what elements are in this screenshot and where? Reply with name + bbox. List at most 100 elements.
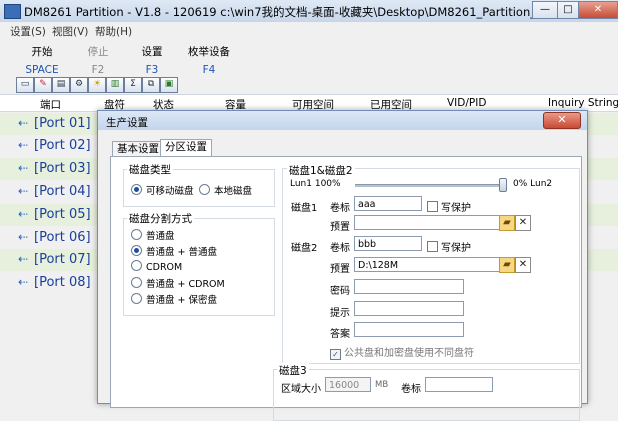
- option-local-disk[interactable]: 本地磁盘: [199, 183, 252, 197]
- menu-bar: 设置(S) 视图(V) 帮助(H): [0, 22, 618, 38]
- stop-command[interactable]: 停止 F2: [80, 44, 116, 76]
- settings-command[interactable]: 设置 F3: [134, 44, 170, 76]
- radio-selected: [131, 245, 142, 256]
- lun2-label: 0% Lun2: [513, 179, 553, 189]
- answer-label: 答案: [330, 329, 350, 340]
- dialog-title: 生产设置: [106, 117, 148, 129]
- disk1-preset-input[interactable]: [354, 215, 500, 230]
- dialog-close-button[interactable]: ✕: [543, 112, 581, 129]
- drive-icon[interactable]: ▭: [16, 77, 34, 93]
- disk2-label: 磁盘2: [291, 243, 318, 254]
- dialog-title-bar: 生产设置 ✕: [98, 111, 587, 130]
- app-icon: [4, 4, 21, 19]
- option-cdrom[interactable]: CDROM: [131, 260, 182, 273]
- sigma-icon[interactable]: Σ: [124, 77, 142, 93]
- usb-icon: ⇠: [18, 116, 29, 130]
- port-label: [Port 07]: [34, 252, 91, 267]
- pin-icon[interactable]: ✎: [34, 77, 52, 93]
- disk2-preset-input[interactable]: D:\128M: [354, 257, 500, 272]
- shared-secure-checkbox[interactable]: 公共盘和加密盘使用不同盘符: [330, 344, 474, 360]
- command-row: 开始 SPACE 停止 F2 设置 F3 枚举设备 F4: [0, 40, 618, 76]
- disk2-volume-input[interactable]: bbb: [354, 236, 422, 251]
- removable-disk-label: 可移动磁盘: [146, 186, 194, 197]
- usb-icon: ⇠: [18, 252, 29, 266]
- usb-icon: ⇠: [18, 275, 29, 289]
- window-title: DM8261 Partition - V1.8 - 120619 c:\win7…: [24, 5, 618, 19]
- copy-icon[interactable]: ⧉: [142, 77, 160, 93]
- production-settings-dialog: 生产设置 ✕ 基本设置 分区设置 磁盘类型 可移动磁盘 本地磁盘 磁盘分割方式 …: [97, 110, 588, 421]
- partition-slider-track[interactable]: [355, 184, 503, 187]
- shared-secure-note: 公共盘和加密盘使用不同盘符: [344, 348, 474, 359]
- port-label: [Port 01]: [34, 116, 91, 131]
- port-label: [Port 05]: [34, 207, 91, 222]
- option-removable-disk[interactable]: 可移动磁盘: [131, 183, 194, 197]
- menu-help[interactable]: 帮助(H): [95, 24, 132, 39]
- normal-normal-label: 普通盘 + 普通盘: [146, 247, 217, 258]
- close-button[interactable]: ✕: [578, 1, 618, 19]
- checkbox: [427, 201, 438, 212]
- menu-view[interactable]: 视图(V): [52, 24, 88, 39]
- disk1-disk2-label: 磁盘1&磁盘2: [287, 163, 355, 178]
- password-input[interactable]: [354, 279, 464, 294]
- hint-label: 提示: [330, 308, 350, 319]
- column-vid-pid[interactable]: VID/PID: [447, 97, 486, 109]
- disk3-label: 磁盘3: [277, 363, 309, 378]
- menu-settings[interactable]: 设置(S): [10, 24, 46, 39]
- image-icon[interactable]: ▣: [160, 77, 178, 93]
- column-port[interactable]: 端口: [40, 97, 61, 112]
- enumerate-devices-command[interactable]: 枚举设备 F4: [182, 44, 236, 76]
- port-label: [Port 02]: [34, 138, 91, 153]
- tab-basic-settings[interactable]: 基本设置: [112, 141, 164, 157]
- disk2-write-protect-label: 写保护: [441, 243, 471, 254]
- clear-x-icon[interactable]: ✕: [515, 215, 531, 231]
- disk3-size-unit: MB: [375, 380, 389, 390]
- sun-icon[interactable]: ☀: [88, 77, 106, 93]
- disk1-volume-input[interactable]: aaa: [354, 196, 422, 211]
- usb-icon: ⇠: [18, 161, 29, 175]
- option-normal-disk[interactable]: 普通盘: [131, 228, 175, 242]
- stop-label: 停止: [87, 46, 109, 58]
- disk3-size-input[interactable]: 16000: [325, 377, 371, 392]
- tab-partition-settings[interactable]: 分区设置: [160, 139, 212, 157]
- column-inquiry-string[interactable]: Inquiry String: [548, 97, 618, 109]
- disk1-preset-label: 预置: [330, 222, 350, 233]
- gear-icon[interactable]: ⚙: [70, 77, 88, 93]
- settings-label: 设置: [141, 46, 163, 58]
- document-icon[interactable]: ▤: [52, 77, 70, 93]
- disk1-label: 磁盘1: [291, 203, 318, 214]
- clear-x-icon[interactable]: ✕: [515, 257, 531, 273]
- password-label: 密码: [330, 286, 350, 297]
- radio-unselected: [199, 184, 210, 195]
- chart-icon[interactable]: ▥: [106, 77, 124, 93]
- start-command[interactable]: 开始 SPACE: [22, 44, 62, 76]
- folder-open-icon[interactable]: ▰: [499, 257, 515, 273]
- title-bar: DM8261 Partition - V1.8 - 120619 c:\win7…: [0, 0, 618, 23]
- radio-unselected: [131, 293, 142, 304]
- option-normal-cdrom[interactable]: 普通盘 + CDROM: [131, 276, 225, 290]
- radio-unselected: [131, 229, 142, 240]
- partition-slider-thumb[interactable]: [499, 178, 507, 192]
- disk2-preset-label: 预置: [330, 264, 350, 275]
- disk3-volume-label: 卷标: [401, 384, 421, 395]
- disk2-write-protect[interactable]: 写保护: [427, 239, 471, 254]
- minimize-button[interactable]: —: [532, 1, 558, 19]
- disk1-write-protect[interactable]: 写保护: [427, 199, 471, 214]
- disk1-write-protect-label: 写保护: [441, 203, 471, 214]
- option-normal-normal[interactable]: 普通盘 + 普通盘: [131, 244, 217, 258]
- hint-input[interactable]: [354, 301, 464, 316]
- usb-icon: ⇠: [18, 184, 29, 198]
- disk1-volume-label: 卷标: [330, 203, 350, 214]
- option-normal-secure[interactable]: 普通盘 + 保密盘: [131, 292, 217, 306]
- checkbox: [427, 241, 438, 252]
- folder-open-icon[interactable]: ▰: [499, 215, 515, 231]
- usb-icon: ⇠: [18, 207, 29, 221]
- port-label: [Port 08]: [34, 275, 91, 290]
- radio-unselected: [131, 260, 142, 271]
- answer-input[interactable]: [354, 322, 464, 337]
- restore-button[interactable]: □: [557, 1, 579, 19]
- partition-settings-panel: 磁盘类型 可移动磁盘 本地磁盘 磁盘分割方式 普通盘 普通盘 + 普通盘 CDR…: [110, 156, 582, 421]
- lun1-label: Lun1 100%: [290, 179, 341, 189]
- port-label: [Port 03]: [34, 161, 91, 176]
- disk3-volume-input[interactable]: [425, 377, 493, 392]
- local-disk-label: 本地磁盘: [214, 186, 253, 197]
